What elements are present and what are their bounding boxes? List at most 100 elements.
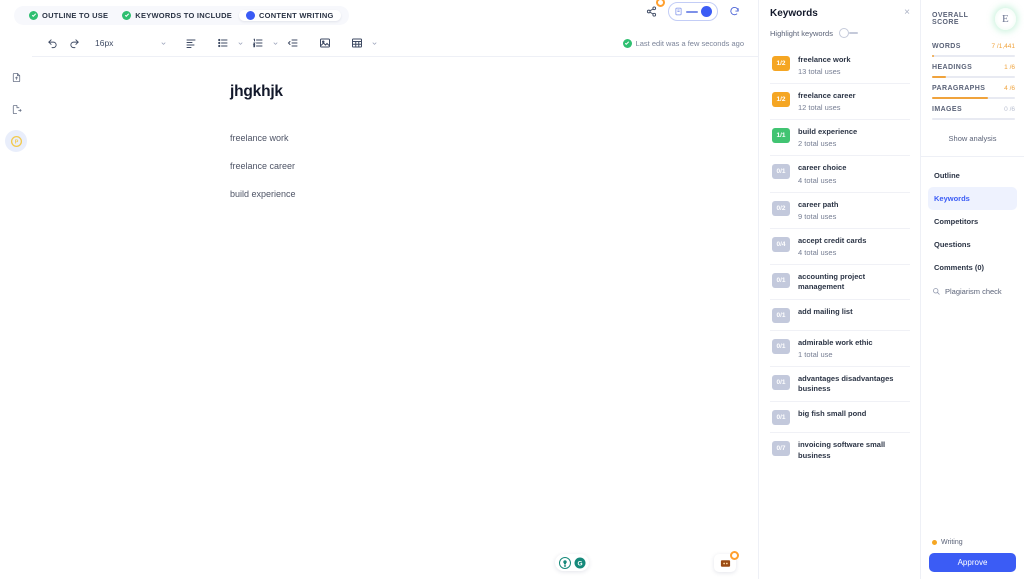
keyword-name: invoicing software small business bbox=[798, 440, 886, 460]
app-root: P OUTLINE TO USE KEYWORDS TO INCLUDE CON… bbox=[0, 0, 1024, 579]
share-button[interactable] bbox=[642, 0, 665, 21]
document-canvas[interactable]: jhgkhjk freelance work freelance career … bbox=[32, 57, 758, 579]
suggestion-bulb-icon[interactable] bbox=[558, 556, 571, 569]
nav-item-comments-0[interactable]: Comments (0) bbox=[928, 256, 1017, 279]
keyword-text: admirable work ethic 1 total use bbox=[798, 338, 873, 359]
keyword-name: career choice bbox=[798, 163, 847, 173]
indent-icon[interactable] bbox=[282, 32, 304, 54]
document-mode-toggle[interactable] bbox=[668, 2, 718, 21]
restore-button[interactable] bbox=[725, 2, 744, 21]
keyword-item[interactable]: 0/1 big fish small pond bbox=[770, 401, 910, 432]
editor-column: OUTLINE TO USE KEYWORDS TO INCLUDE CONTE… bbox=[14, 0, 758, 579]
credits-coin-icon[interactable]: P bbox=[5, 130, 27, 152]
font-size-select[interactable]: 16px bbox=[95, 38, 157, 48]
score-metric-value: 7 /1,441 bbox=[991, 43, 1016, 50]
keyword-item[interactable]: 0/1 advantages disadvantages business bbox=[770, 366, 910, 401]
keyword-text: advantages disadvantages business bbox=[798, 374, 908, 394]
keyword-count-badge: 1/2 bbox=[772, 56, 790, 71]
approve-button[interactable]: Approve bbox=[929, 553, 1016, 572]
score-metric-bar-fill bbox=[932, 76, 947, 78]
grammar-check-icon[interactable]: G bbox=[573, 556, 586, 569]
keyword-item[interactable]: 0/1 career choice 4 total uses bbox=[770, 155, 910, 191]
keyword-item[interactable]: 0/7 invoicing software small business bbox=[770, 432, 910, 467]
score-metric-row: IMAGES 0 /6 bbox=[932, 106, 1015, 113]
nav-item-questions[interactable]: Questions bbox=[928, 233, 1017, 256]
svg-text:P: P bbox=[14, 139, 18, 145]
bullet-list-icon[interactable] bbox=[212, 32, 234, 54]
undo-icon[interactable] bbox=[41, 32, 63, 54]
keyword-item[interactable]: 1/1 build experience 2 total uses bbox=[770, 119, 910, 155]
keyword-item[interactable]: 0/4 accept credit cards 4 total uses bbox=[770, 227, 910, 264]
keyword-count-badge: 0/1 bbox=[772, 164, 790, 180]
keyword-uses: 1 total use bbox=[798, 350, 833, 360]
chevron-down-icon[interactable] bbox=[157, 40, 170, 47]
last-edit-text: Last edit was a few seconds ago bbox=[635, 38, 744, 48]
keyword-item[interactable]: 1/2 freelance work 13 total uses bbox=[770, 48, 910, 83]
document-paragraph[interactable]: build experience bbox=[32, 189, 758, 199]
font-size-value: 16px bbox=[95, 38, 114, 48]
keyword-uses: 4 total uses bbox=[798, 175, 837, 185]
status-badge: Writing bbox=[929, 539, 1016, 546]
keyword-item[interactable]: 0/1 admirable work ethic 1 total use bbox=[770, 330, 910, 366]
export-document-icon[interactable] bbox=[5, 98, 27, 120]
keyword-text: add mailing list bbox=[798, 307, 853, 317]
chevron-down-icon[interactable] bbox=[269, 40, 282, 47]
import-document-icon[interactable] bbox=[5, 66, 27, 88]
score-metric: WORDS 7 /1,441 bbox=[932, 36, 1015, 57]
score-metric-value: 1 /6 bbox=[1004, 64, 1015, 71]
keyword-item[interactable]: 0/1 add mailing list bbox=[770, 299, 910, 330]
keyword-name: build experience bbox=[798, 127, 858, 137]
extension-widget[interactable] bbox=[714, 551, 739, 572]
highlight-keywords-label: Highlight keywords bbox=[770, 28, 833, 38]
keyword-uses: 13 total uses bbox=[798, 67, 841, 77]
plagiarism-check-button[interactable]: Plagiarism check bbox=[921, 279, 1024, 296]
step-label: KEYWORDS TO INCLUDE bbox=[135, 10, 232, 20]
keyword-name: admirable work ethic bbox=[798, 338, 873, 347]
align-left-icon[interactable] bbox=[180, 32, 202, 54]
keyword-item[interactable]: 0/2 career path 9 total uses bbox=[770, 191, 910, 228]
keyword-name: advantages disadvantages business bbox=[798, 374, 894, 394]
keyword-item[interactable]: 0/1 accounting project management bbox=[770, 263, 910, 299]
chevron-down-icon[interactable] bbox=[234, 40, 247, 47]
score-metric-row: PARAGRAPHS 4 /6 bbox=[932, 85, 1015, 92]
keyword-count-badge: 0/1 bbox=[772, 410, 790, 426]
keywords-list: 1/2 freelance work 13 total uses 1/2 freelan… bbox=[759, 48, 920, 468]
workflow-steps-bar: OUTLINE TO USE KEYWORDS TO INCLUDE CONTE… bbox=[14, 0, 758, 30]
document-body[interactable]: jhgkhjk freelance work freelance career … bbox=[32, 57, 758, 199]
close-icon[interactable]: × bbox=[904, 8, 910, 18]
score-metric-bar bbox=[932, 97, 1015, 99]
insert-table-icon[interactable] bbox=[346, 32, 368, 54]
document-paragraph[interactable]: freelance work bbox=[32, 133, 758, 143]
show-analysis-link[interactable]: Show analysis bbox=[921, 134, 1024, 143]
step-outline-to-use[interactable]: OUTLINE TO USE bbox=[22, 10, 115, 21]
nav-item-keywords[interactable]: Keywords bbox=[928, 187, 1017, 210]
score-metric: IMAGES 0 /6 bbox=[932, 99, 1015, 120]
nav-item-competitors[interactable]: Competitors bbox=[928, 210, 1017, 233]
status-dot-icon bbox=[932, 540, 937, 545]
score-metric-name: WORDS bbox=[932, 43, 961, 50]
keyword-name: freelance work bbox=[798, 55, 851, 64]
writing-assistant-widget[interactable]: G bbox=[555, 554, 589, 571]
overall-score-grade: E bbox=[994, 8, 1016, 30]
score-metric-bar-fill bbox=[932, 97, 988, 99]
keyword-item[interactable]: 1/2 freelance career 12 total uses bbox=[770, 83, 910, 119]
highlight-keywords-row: Highlight keywords bbox=[759, 19, 920, 38]
keywords-panel-header: Keywords × bbox=[759, 0, 920, 20]
score-metric: PARAGRAPHS 4 /6 bbox=[932, 78, 1015, 99]
keyword-count-badge: 0/1 bbox=[772, 375, 790, 391]
redo-icon[interactable] bbox=[63, 32, 85, 54]
nav-item-outline[interactable]: Outline bbox=[928, 164, 1017, 187]
insert-image-icon[interactable] bbox=[314, 32, 336, 54]
document-paragraph[interactable]: freelance career bbox=[32, 161, 758, 171]
step-content-writing[interactable]: CONTENT WRITING bbox=[239, 9, 341, 21]
keyword-text: career path 9 total uses bbox=[798, 200, 838, 221]
keyword-count-badge: 1/1 bbox=[772, 128, 790, 144]
document-title[interactable]: jhgkhjk bbox=[32, 83, 758, 101]
step-keywords-to-include[interactable]: KEYWORDS TO INCLUDE bbox=[115, 10, 239, 21]
chevron-down-icon[interactable] bbox=[368, 40, 381, 47]
keyword-text: freelance work 13 total uses bbox=[798, 55, 851, 76]
toggle-track bbox=[848, 32, 858, 34]
numbered-list-icon[interactable] bbox=[247, 32, 269, 54]
highlight-keywords-toggle[interactable] bbox=[838, 28, 860, 38]
workflow-steps: OUTLINE TO USE KEYWORDS TO INCLUDE CONTE… bbox=[14, 5, 349, 25]
